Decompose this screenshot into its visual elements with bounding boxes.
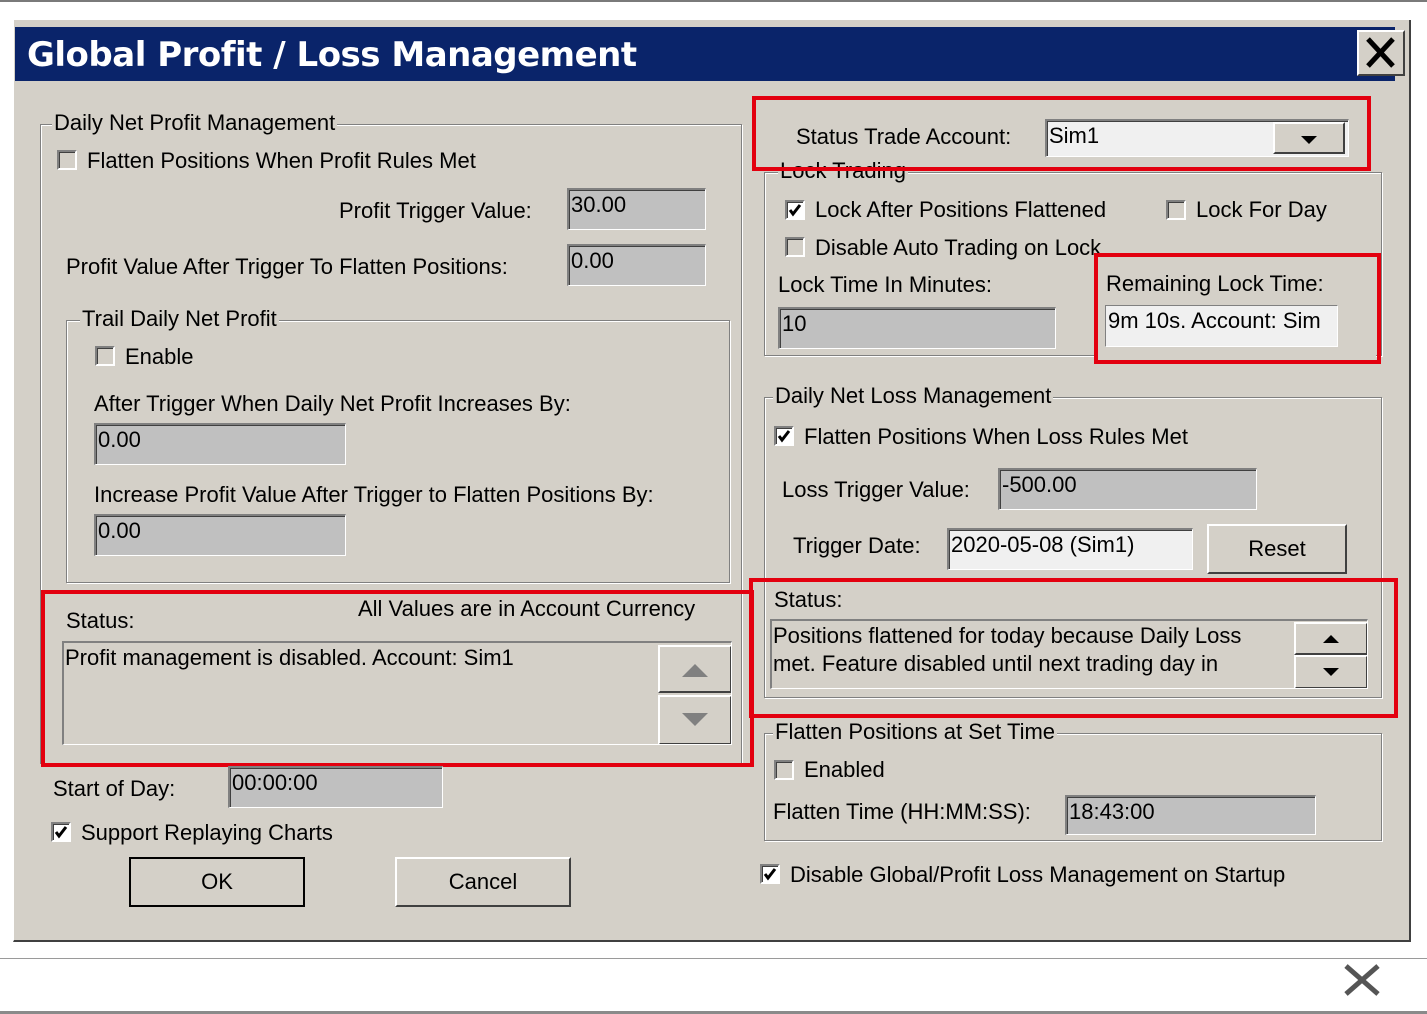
loss-status-highlight [749, 578, 1398, 718]
profit-after-trigger-input[interactable]: 0.00 [567, 244, 706, 286]
replay-label: Support Replaying Charts [81, 820, 333, 845]
close-icon [1366, 37, 1395, 68]
profit-trigger-input[interactable]: 30.00 [567, 188, 706, 230]
flatten-profit-checkbox[interactable] [57, 150, 77, 170]
disable-auto-trading-label: Disable Auto Trading on Lock [815, 235, 1102, 260]
ok-button[interactable]: OK [129, 857, 305, 907]
trail-enable-label: Enable [125, 344, 194, 369]
profit-status-highlight [41, 590, 754, 767]
lock-after-flatten-checkbox[interactable] [785, 200, 805, 220]
lock-for-day-checkbox[interactable] [1166, 200, 1186, 220]
profit-trigger-label: Profit Trigger Value: [339, 198, 532, 223]
dialog-title: Global Profit / Loss Management [27, 35, 637, 75]
lock-minutes-label: Lock Time In Minutes: [778, 272, 992, 297]
disable-on-startup-label: Disable Global/Profit Loss Management on… [790, 862, 1286, 887]
trail-enable-checkbox[interactable] [95, 346, 115, 366]
flatten-loss-checkbox[interactable] [774, 426, 794, 446]
trail-flatten-by-input[interactable]: 0.00 [94, 514, 346, 556]
loss-group-title: Daily Net Loss Management [773, 383, 1054, 409]
check-icon [788, 204, 802, 217]
flatten-time-input[interactable]: 18:43:00 [1065, 795, 1316, 835]
disable-auto-trading-checkbox[interactable] [785, 237, 805, 257]
trail-flatten-by-label: Increase Profit Value After Trigger to F… [94, 482, 654, 507]
replay-checkbox[interactable] [51, 822, 71, 842]
lock-minutes-input[interactable]: 10 [778, 307, 1056, 349]
remaining-lock-highlight [1094, 253, 1381, 364]
trail-increase-label: After Trigger When Daily Net Profit Incr… [94, 391, 571, 416]
cancel-button[interactable]: Cancel [395, 857, 571, 907]
flatten-loss-label: Flatten Positions When Loss Rules Met [804, 424, 1188, 449]
set-time-enabled-checkbox[interactable] [774, 760, 794, 780]
disable-on-startup-checkbox[interactable] [760, 864, 780, 884]
check-icon [777, 430, 791, 443]
check-icon [763, 868, 777, 881]
profit-group-title: Daily Net Profit Management [52, 110, 338, 136]
profit-after-trigger-label: Profit Value After Trigger To Flatten Po… [66, 254, 508, 279]
loss-trigger-label: Loss Trigger Value: [782, 477, 970, 502]
trail-increase-input[interactable]: 0.00 [94, 423, 346, 465]
close-icon [1344, 964, 1380, 996]
bottom-close-icon[interactable] [1340, 960, 1386, 1000]
close-button[interactable] [1357, 30, 1405, 76]
start-of-day-input[interactable]: 00:00:00 [228, 766, 443, 808]
trade-account-highlight [752, 96, 1371, 171]
start-of-day-label: Start of Day: [53, 776, 176, 801]
flatten-time-label: Flatten Time (HH:MM:SS): [773, 799, 1031, 824]
trail-group-title: Trail Daily Net Profit [80, 306, 279, 332]
lock-for-day-label: Lock For Day [1196, 197, 1327, 222]
flatten-profit-label: Flatten Positions When Profit Rules Met [87, 148, 476, 173]
set-time-group-title: Flatten Positions at Set Time [773, 719, 1058, 745]
reset-button[interactable]: Reset [1207, 524, 1347, 574]
trigger-date-input[interactable]: 2020-05-08 (Sim1) [947, 528, 1193, 570]
title-bar: Global Profit / Loss Management [15, 27, 1405, 81]
set-time-enabled-label: Enabled [804, 757, 885, 782]
loss-trigger-input[interactable]: -500.00 [998, 468, 1257, 510]
page-top-border [0, 0, 1427, 2]
check-icon [54, 826, 68, 839]
lock-after-flatten-label: Lock After Positions Flattened [815, 197, 1107, 222]
trigger-date-label: Trigger Date: [793, 533, 921, 558]
bottom-strip-divider [0, 958, 1427, 959]
